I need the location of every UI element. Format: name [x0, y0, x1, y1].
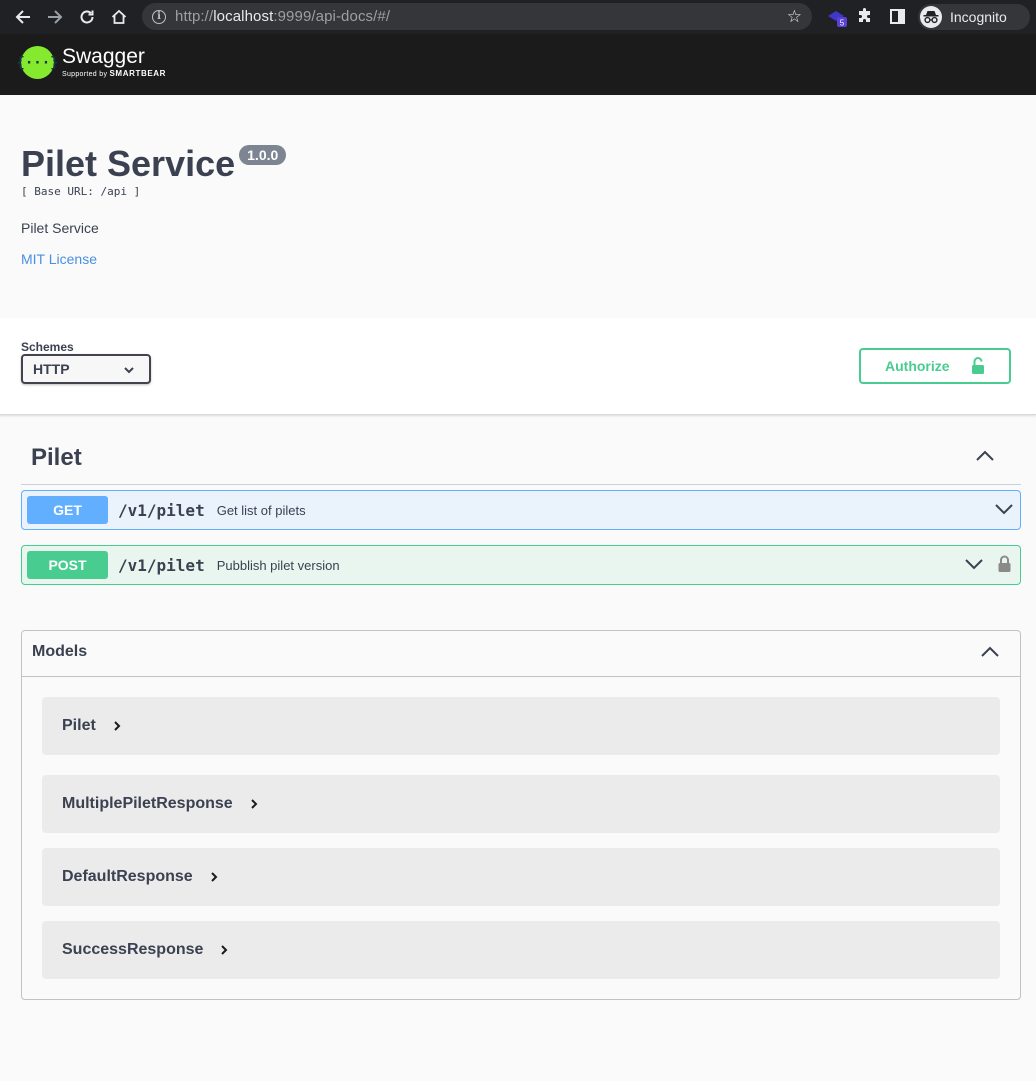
- chevron-right-icon: [249, 798, 259, 810]
- schemes-label: Schemes: [21, 340, 74, 354]
- model-pilet[interactable]: Pilet: [42, 697, 1000, 755]
- operation-get-v1-pilet[interactable]: GET /v1/pilet Get list of pilets: [21, 490, 1021, 530]
- models-title: Models: [32, 643, 88, 660]
- chevron-up-icon[interactable]: [980, 645, 1000, 664]
- logo-tagline: Supported by SMARTBEAR: [62, 69, 167, 78]
- operation-summary: Pubblish pilet version: [216, 557, 340, 573]
- api-info: Pilet Service 1.0.0 [ Base URL: /api ]: [21, 140, 287, 198]
- method-badge-get: GET: [27, 496, 108, 524]
- operation-path: /v1/pilet: [118, 555, 205, 575]
- model-name: MultiplePiletResponse: [62, 795, 233, 812]
- home-icon[interactable]: [104, 2, 134, 32]
- page-title: Pilet Service: [21, 143, 236, 184]
- swagger-topbar: {···} Swagger Supported by SMARTBEAR: [0, 34, 1036, 95]
- unlocked-lock-icon: [971, 357, 985, 378]
- site-info-icon[interactable]: i: [152, 9, 166, 24]
- chevron-down-icon: [123, 363, 135, 379]
- method-badge-post: POST: [27, 551, 108, 579]
- model-name: SuccessResponse: [62, 941, 204, 958]
- swagger-logo[interactable]: {···} Swagger Supported by SMARTBEAR: [16, 45, 167, 79]
- schemes-selected-value: HTTP: [33, 361, 70, 377]
- model-defaultresponse[interactable]: DefaultResponse: [42, 848, 1000, 906]
- back-arrow-icon[interactable]: [8, 2, 38, 32]
- chevron-down-icon[interactable]: [994, 502, 1014, 521]
- chevron-up-icon[interactable]: [975, 449, 995, 468]
- lock-icon[interactable]: [998, 555, 1011, 578]
- license-link[interactable]: MIT License: [21, 251, 97, 267]
- swagger-logo-icon: {···}: [16, 46, 59, 79]
- chevron-right-icon: [219, 944, 229, 956]
- operation-path: /v1/pilet: [118, 500, 205, 520]
- authorize-button[interactable]: Authorize: [859, 348, 1011, 384]
- reload-icon[interactable]: [72, 2, 102, 32]
- address-bar[interactable]: i http://localhost:9999/api-docs/#/ ☆: [142, 3, 812, 30]
- incognito-label: Incognito: [950, 9, 1007, 25]
- url-text[interactable]: http://localhost:9999/api-docs/#/: [175, 8, 390, 25]
- model-multiplepiletresponse[interactable]: MultiplePiletResponse: [42, 775, 1000, 833]
- model-name: DefaultResponse: [62, 868, 193, 885]
- models-section: Models Pilet MultiplePiletResponse Defau…: [21, 630, 1021, 1000]
- svg-text:5: 5: [840, 19, 845, 28]
- chevron-down-icon[interactable]: [964, 557, 984, 576]
- model-successresponse[interactable]: SuccessResponse: [42, 921, 1000, 979]
- authorize-label: Authorize: [885, 358, 950, 374]
- incognito-profile-button[interactable]: Incognito: [918, 4, 1030, 30]
- version-badge: 1.0.0: [239, 145, 287, 165]
- browser-toolbar: i http://localhost:9999/api-docs/#/ ☆ 5 …: [0, 0, 1036, 34]
- models-header[interactable]: Models: [22, 631, 1020, 677]
- bookmark-star-icon[interactable]: ☆: [787, 7, 802, 27]
- tag-section-header[interactable]: Pilet: [21, 432, 1021, 485]
- tag-title: Pilet: [31, 444, 82, 471]
- forward-arrow-icon[interactable]: [40, 2, 70, 32]
- model-name: Pilet: [62, 717, 96, 734]
- operation-post-v1-pilet[interactable]: POST /v1/pilet Pubblish pilet version: [21, 545, 1021, 585]
- logo-name: Swagger: [62, 45, 145, 68]
- side-panel-icon[interactable]: [890, 9, 905, 29]
- chevron-right-icon: [209, 871, 219, 883]
- incognito-icon: [920, 6, 942, 28]
- schemes-select[interactable]: HTTP: [21, 354, 151, 384]
- extension-icon[interactable]: 5: [826, 6, 848, 33]
- puzzle-extensions-icon[interactable]: [858, 8, 874, 29]
- chevron-right-icon: [112, 720, 122, 732]
- operation-summary: Get list of pilets: [216, 502, 306, 518]
- api-description: Pilet Service: [21, 220, 99, 236]
- scheme-container: Schemes HTTP Authorize: [0, 318, 1036, 415]
